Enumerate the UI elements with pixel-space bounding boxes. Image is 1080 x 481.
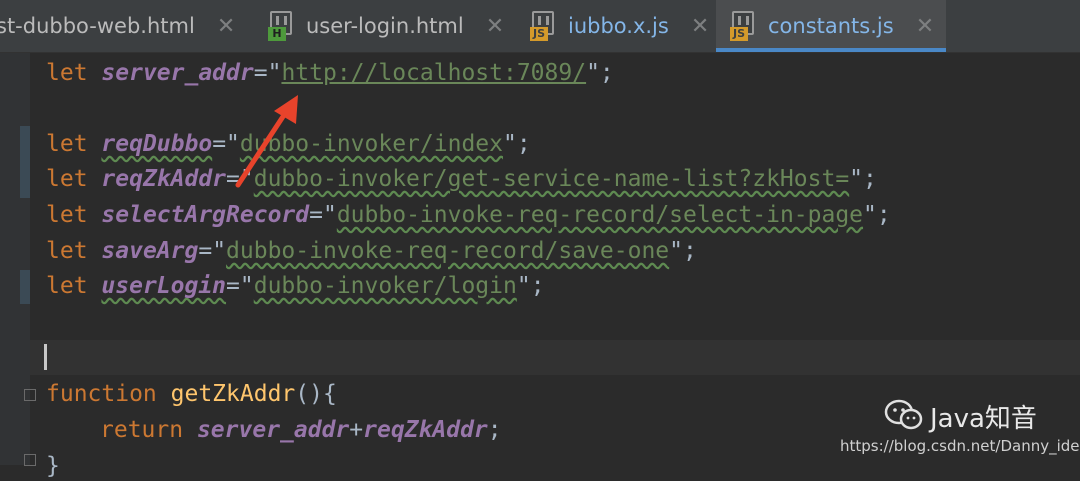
watermark-brand: Java知音 xyxy=(930,404,1037,434)
wechat-icon xyxy=(884,399,923,430)
annotation-arrow xyxy=(235,95,298,188)
watermark-url: https://blog.csdn.net/Danny_idea xyxy=(840,437,1080,455)
